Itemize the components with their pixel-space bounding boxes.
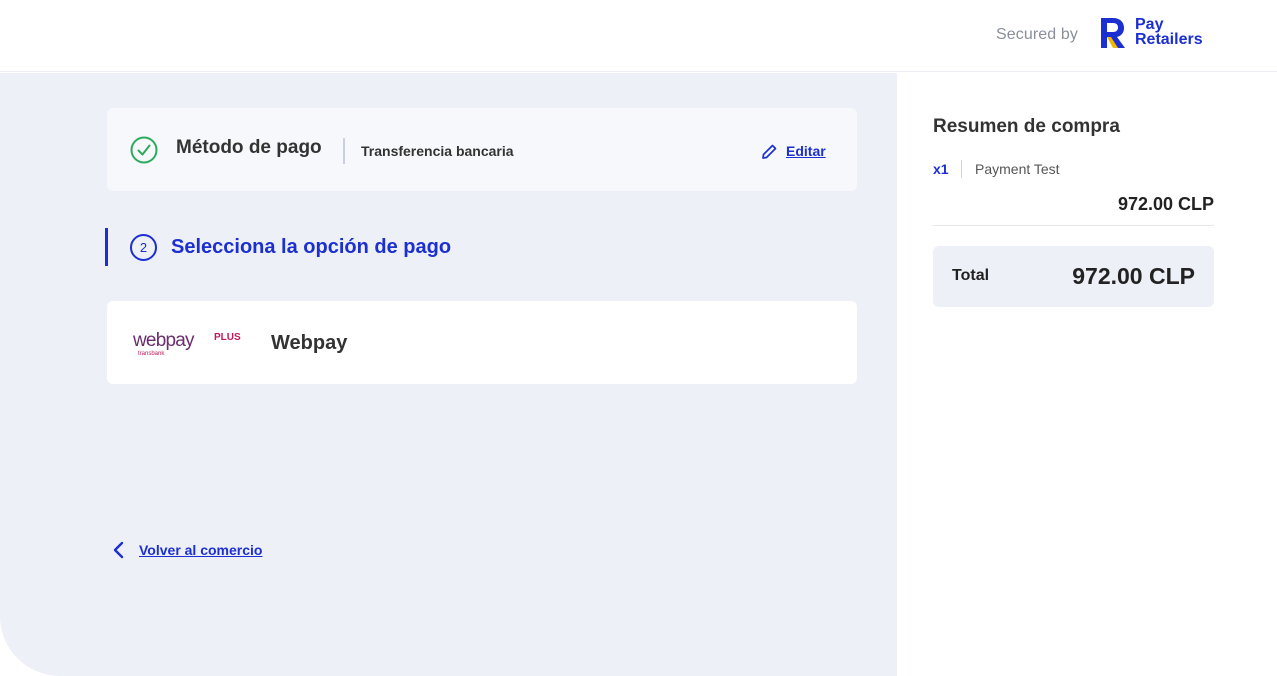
total-value: 972.00 CLP (1072, 263, 1195, 289)
payment-method-value: Transferencia bancaria (361, 143, 514, 159)
pencil-icon (762, 144, 777, 159)
step-number-badge: 2 (130, 234, 157, 261)
divider (343, 138, 345, 164)
webpay-logo-plus: PLUS (214, 332, 241, 343)
item-quantity: x1 (933, 161, 949, 177)
total-box: Total 972.00 CLP (933, 246, 1214, 307)
payment-method-title: Método de pago (176, 137, 322, 158)
check-circle-icon (130, 136, 158, 164)
top-header: Secured by Pay Retailers (0, 0, 1277, 72)
payment-option-label: Webpay (271, 332, 348, 354)
brand-wordmark: Pay Retailers (1135, 16, 1203, 48)
brand-line-2: Retailers (1135, 31, 1203, 48)
step-active-indicator (105, 228, 108, 266)
summary-divider (933, 225, 1214, 226)
edit-payment-method-button[interactable]: Editar (761, 141, 826, 161)
edit-label: Editar (786, 143, 826, 159)
back-to-merchant-link[interactable]: Volver al comercio (112, 539, 262, 561)
brand-line-1: Pay (1135, 16, 1164, 33)
checkout-main: Método de pago Transferencia bancaria Ed… (0, 73, 897, 676)
payretailers-mark-icon (1101, 18, 1125, 48)
webpay-logo-text: webpay (133, 330, 194, 351)
step-title: Selecciona la opción de pago (171, 236, 452, 258)
payment-option-webpay[interactable]: webpay PLUS transbank Webpay (107, 301, 857, 384)
order-summary-panel: Resumen de compra x1 Payment Test 972.00… (897, 73, 1277, 676)
secured-by-label: Secured by (996, 26, 1078, 43)
item-name: Payment Test (975, 161, 1060, 177)
chevron-left-icon (113, 541, 124, 559)
summary-title: Resumen de compra (933, 116, 1120, 137)
step-select-option: 2 Selecciona la opción de pago (105, 228, 705, 266)
back-link-label: Volver al comercio (139, 542, 263, 558)
webpay-logo: webpay PLUS transbank (132, 327, 242, 359)
payment-method-card: Método de pago Transferencia bancaria Ed… (107, 108, 857, 191)
divider (961, 160, 962, 178)
item-price: 972.00 CLP (1117, 194, 1214, 214)
payretailers-logo: Pay Retailers (1098, 16, 1218, 52)
webpay-logo-sub: transbank (138, 351, 165, 357)
total-label: Total (952, 267, 990, 284)
